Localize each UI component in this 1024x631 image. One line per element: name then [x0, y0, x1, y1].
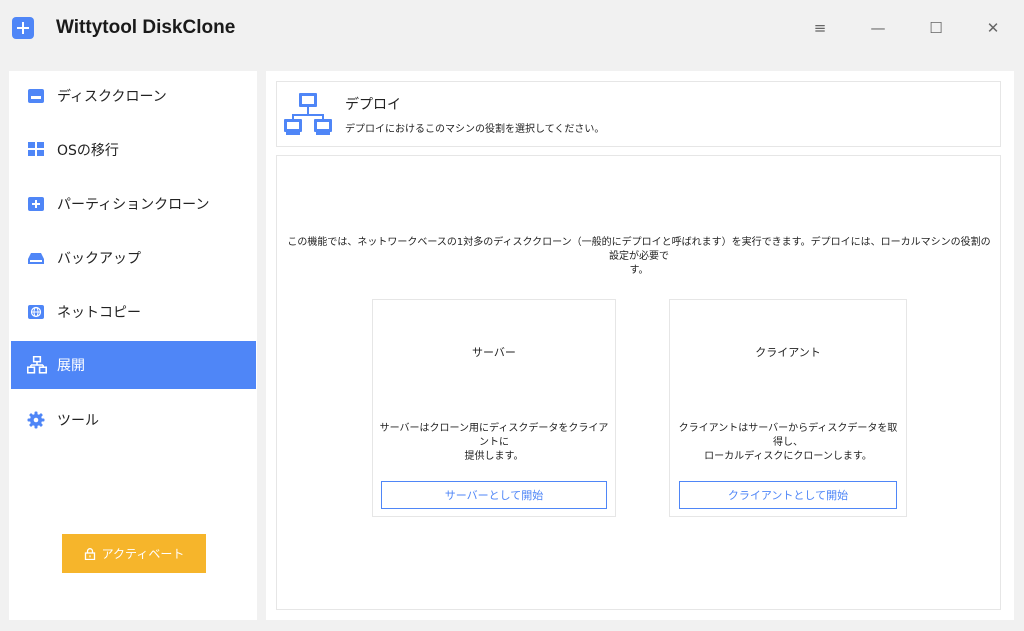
sidebar-item-label: バックアップ	[57, 251, 141, 267]
deploy-network-icon	[284, 93, 332, 135]
gear-icon	[27, 411, 45, 429]
maximize-button[interactable]: ☐	[920, 14, 952, 42]
menu-button[interactable]: ≡	[804, 14, 836, 42]
client-card: クライアント クライアントはサーバーからディスクデータを取得し、 ローカルディス…	[669, 299, 907, 517]
windows-icon	[28, 142, 44, 156]
globe-icon	[28, 305, 44, 319]
title-bar: Wittytool DiskClone ≡ — ☐ ✕	[0, 0, 1024, 60]
start-as-server-button[interactable]: サーバーとして開始	[381, 481, 607, 509]
partition-icon	[28, 197, 44, 211]
page-subtitle: デプロイにおけるこのマシンの役割を選択してください。	[345, 124, 605, 135]
server-card: サーバー サーバーはクローン用にディスクデータをクライアントに 提供します。 サ…	[372, 299, 616, 517]
page-title: デプロイ	[345, 97, 401, 113]
network-icon	[27, 356, 47, 374]
sidebar-item-os-migration[interactable]: OSの移行	[11, 126, 256, 174]
sidebar-item-label: ツール	[57, 413, 99, 429]
sidebar-item-disk-clone[interactable]: ディスククローン	[11, 72, 256, 120]
plus-square-icon	[12, 17, 34, 39]
content-area: この機能では、ネットワークベースの1対多のディスククローン（一般的にデプロイと呼…	[276, 155, 1001, 610]
lock-icon	[84, 547, 95, 560]
server-card-description: サーバーはクローン用にディスクデータをクライアントに 提供します。	[379, 423, 609, 462]
app-title: Wittytool DiskClone	[56, 17, 236, 38]
start-as-client-button[interactable]: クライアントとして開始	[679, 481, 897, 509]
disk-icon	[28, 89, 44, 103]
sidebar-item-label: 展開	[57, 358, 85, 374]
page-header: デプロイ デプロイにおけるこのマシンの役割を選択してください。	[276, 81, 1001, 147]
sidebar: ディスククローン OSの移行 パーティションクローン バックアップ ネットコピー…	[9, 71, 257, 620]
sidebar-item-net-copy[interactable]: ネットコピー	[11, 288, 256, 336]
sidebar-item-label: ネットコピー	[57, 305, 141, 321]
sidebar-item-deploy[interactable]: 展開	[11, 341, 256, 389]
main-panel: デプロイ デプロイにおけるこのマシンの役割を選択してください。 この機能では、ネ…	[266, 71, 1014, 620]
activate-label: アクティベート	[101, 547, 185, 561]
client-card-description: クライアントはサーバーからディスクデータを取得し、 ローカルディスクにクローンし…	[678, 423, 898, 462]
activate-button[interactable]: アクティベート	[62, 534, 206, 573]
backup-drive-icon	[28, 253, 44, 264]
feature-description: この機能では、ネットワークベースの1対多のディスククローン（一般的にデプロイと呼…	[287, 237, 991, 276]
minimize-button[interactable]: —	[862, 14, 894, 42]
sidebar-item-label: パーティションクローン	[57, 197, 210, 213]
client-card-title: クライアント	[755, 346, 821, 359]
sidebar-item-partition-clone[interactable]: パーティションクローン	[11, 180, 256, 228]
sidebar-item-label: OSの移行	[57, 143, 119, 159]
sidebar-item-tools[interactable]: ツール	[11, 396, 256, 444]
sidebar-item-label: ディスククローン	[57, 89, 167, 105]
sidebar-item-backup[interactable]: バックアップ	[11, 234, 256, 282]
server-card-title: サーバー	[472, 346, 516, 359]
close-button[interactable]: ✕	[977, 14, 1009, 42]
